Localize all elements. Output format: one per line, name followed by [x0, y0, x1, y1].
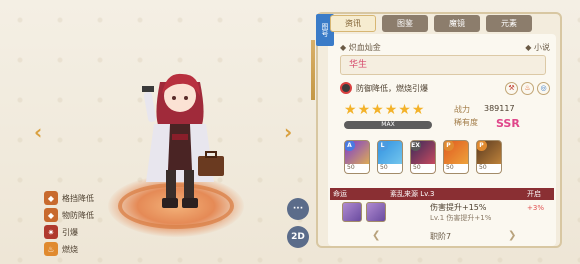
next-character-arrow[interactable]: ›: [284, 120, 292, 144]
artifact-name: 紊乱来源 Lv.3: [390, 190, 435, 198]
skill-slot[interactable]: EX 50: [410, 140, 436, 174]
skill-tag: ♨ 燃烧: [44, 241, 94, 257]
character-name: 华生: [340, 55, 546, 75]
skill-slot[interactable]: L 50: [377, 140, 403, 174]
trait-text: 防御降低，燃烧引爆: [356, 83, 428, 93]
character-epithet: ◆ 炽血灿金: [340, 43, 381, 52]
skill-tag: ◆ 物防降低: [44, 207, 94, 223]
artifact-header-bar[interactable]: [330, 188, 554, 200]
prev-character-arrow[interactable]: ‹: [34, 120, 42, 144]
rank-label: 职阶7: [430, 232, 452, 241]
character-title-row: ◆ 炽血灿金 ◆ 小说: [340, 42, 550, 53]
star-icon: ★: [344, 102, 357, 118]
rarity-value: SSR: [496, 117, 520, 130]
trait-icon: [340, 82, 352, 94]
skill-type-badge: A: [345, 141, 355, 151]
skill-level: 50: [477, 164, 501, 173]
star-icon: ★: [384, 102, 398, 118]
skill-tag-list: ◆ 格挡降低 ◆ 物防降低 ✷ 引爆 ♨ 燃烧: [44, 190, 94, 258]
effect-percent: +3%: [527, 204, 544, 212]
skill-slot[interactable]: A 50: [344, 140, 370, 174]
skill-tag-label: 引爆: [62, 227, 78, 237]
axe-icon[interactable]: ⚒: [505, 81, 518, 95]
skill-list: A 50 L 50 EX 50 P 50 P 50: [344, 140, 509, 174]
skill-level: 50: [345, 164, 369, 173]
artifact-icon-list: [342, 202, 390, 222]
effect-subtitle: Lv.1 伤害提升+1%: [430, 214, 492, 222]
power-label: 战力: [454, 105, 470, 114]
power-stat: 战力 389117: [454, 104, 515, 115]
level-max-bar: MAX: [344, 121, 432, 129]
fire-icon[interactable]: ♨: [521, 81, 534, 95]
burn-icon: ♨: [44, 242, 58, 256]
rarity-stat: 稀有度 SSR: [454, 117, 520, 130]
star-icon: ★: [398, 102, 411, 118]
star-icon: ★: [411, 102, 425, 118]
chat-button[interactable]: ···: [287, 198, 309, 220]
skill-tag: ✷ 引爆: [44, 224, 94, 240]
target-icon[interactable]: ◎: [537, 81, 550, 95]
skill-tag-label: 燃烧: [62, 244, 78, 254]
skill-level: 50: [411, 164, 435, 173]
skill-type-badge: P: [477, 141, 487, 151]
skill-level: 50: [378, 164, 402, 173]
skill-tag: ◆ 格挡降低: [44, 190, 94, 206]
skill-type-badge: EX: [411, 141, 421, 151]
character-source: ◆ 小说: [525, 43, 550, 52]
rarity-label: 稀有度: [454, 118, 478, 127]
skill-level: 50: [444, 164, 468, 173]
star-icon: ★: [371, 102, 384, 118]
detonate-icon: ✷: [44, 225, 58, 239]
block-down-icon: ◆: [44, 191, 58, 205]
power-value: 389117: [484, 104, 515, 113]
tab-mirror[interactable]: 魔镜: [434, 15, 480, 32]
skill-type-badge: L: [378, 141, 388, 151]
tab-codex[interactable]: 图鉴: [382, 15, 428, 32]
panel-tassel: [311, 40, 315, 100]
skill-tag-label: 物防降低: [62, 210, 94, 220]
artifact-icon[interactable]: [342, 202, 362, 222]
skill-type-badge: P: [444, 141, 454, 151]
star-icon: ★: [357, 102, 371, 118]
tab-element[interactable]: 元素: [486, 15, 532, 32]
star-rating: ★ ★ ★ ★ ★ ★: [344, 103, 425, 117]
tab-info[interactable]: 资讯: [330, 15, 376, 32]
trait-row: 防御降低，燃烧引爆 ⚒ ♨ ◎: [340, 81, 550, 95]
character-sprite: [142, 73, 224, 208]
rank-next-arrow[interactable]: ❯: [508, 230, 516, 241]
skill-slot[interactable]: P 50: [443, 140, 469, 174]
defense-down-icon: ◆: [44, 208, 58, 222]
rank-prev-arrow[interactable]: ❮: [372, 230, 380, 241]
view-mode-button[interactable]: 2D: [287, 226, 309, 248]
skill-tag-label: 格挡降低: [62, 193, 94, 203]
artifact-status: 开启: [527, 190, 541, 198]
artifact-icon[interactable]: [366, 202, 386, 222]
panel-tabs: 资讯 图鉴 魔镜 元素: [330, 15, 538, 32]
artifact-section-label: 命运: [333, 190, 347, 198]
skill-slot[interactable]: P 50: [476, 140, 502, 174]
